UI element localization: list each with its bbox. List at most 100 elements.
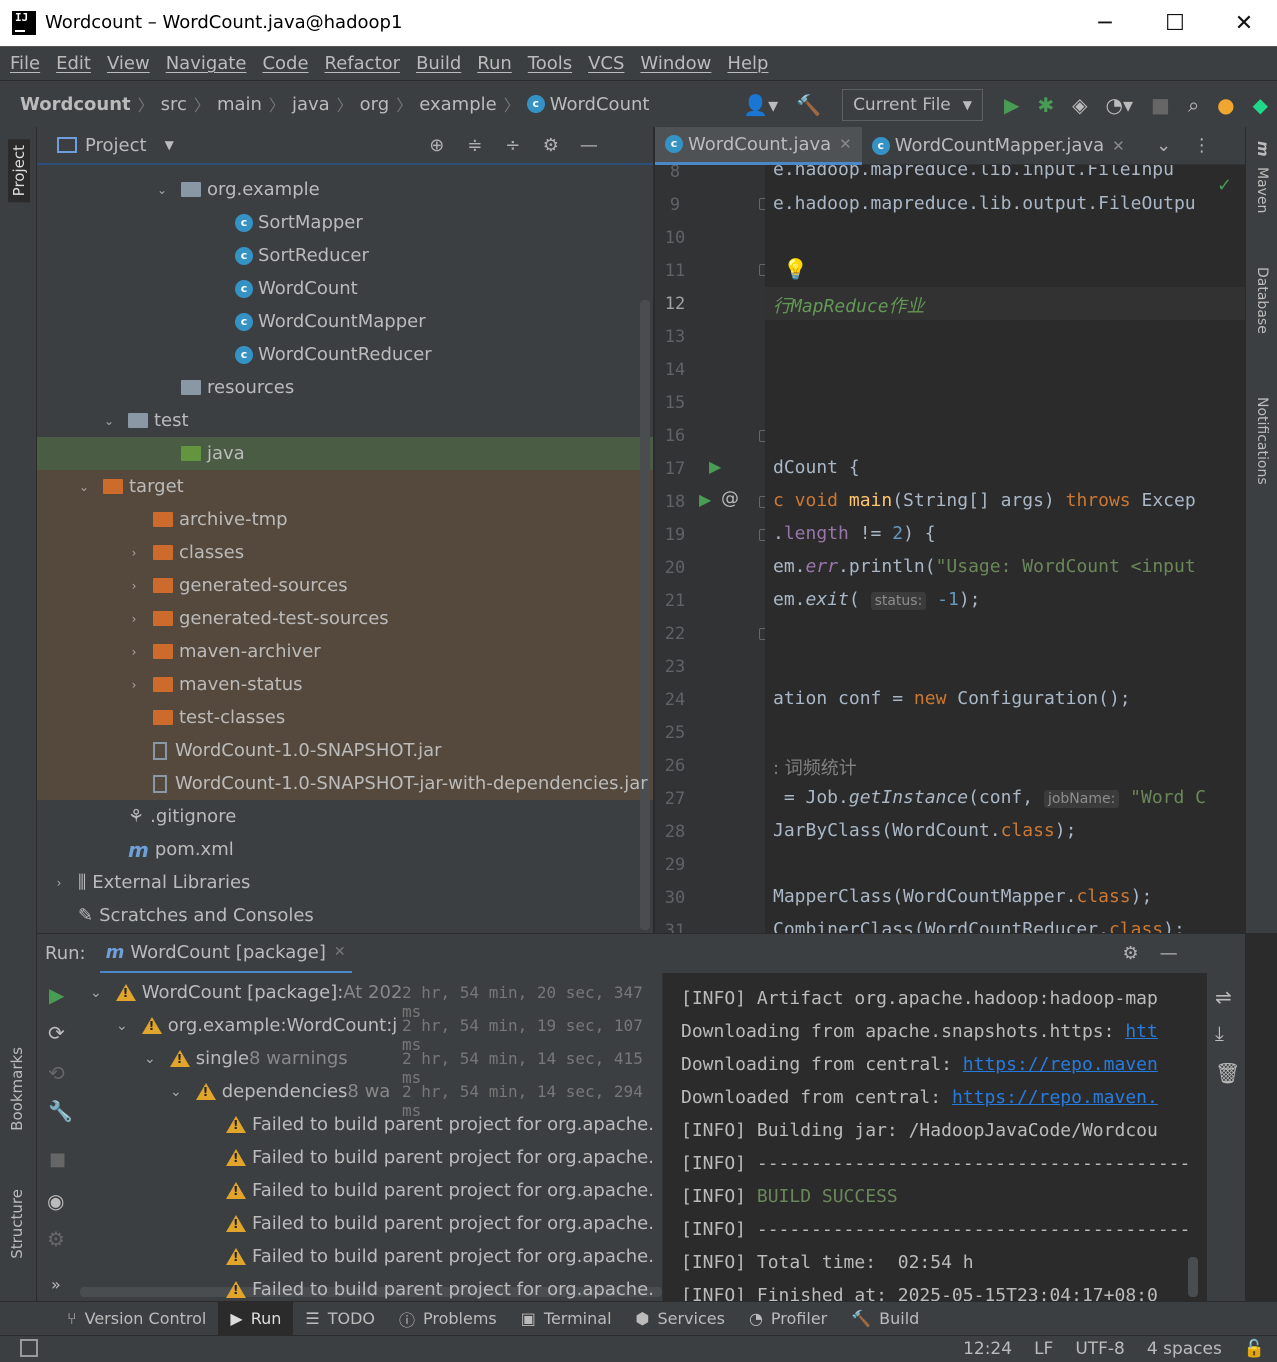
run-tree-item[interactable]: ⌄ single 8 warnings xyxy=(144,1042,348,1075)
lightbulb-icon[interactable]: 💡 xyxy=(783,257,808,281)
gear-icon[interactable]: ⚙ xyxy=(540,135,562,156)
tab-version-control[interactable]: ⑂ Version Control xyxy=(55,1302,218,1336)
collapse-all-icon[interactable]: ÷ xyxy=(502,135,524,156)
menu-tools[interactable]: Tools xyxy=(528,53,572,74)
wrench-icon[interactable]: 🔧 xyxy=(48,1099,73,1123)
debug-icon[interactable]: ✱ xyxy=(1037,93,1054,117)
project-tree-item[interactable]: c WordCountReducer xyxy=(37,338,653,371)
build-hammer-icon[interactable]: 🔨 xyxy=(796,93,821,117)
run-tree-item[interactable]: ⌄ dependencies 8 wa xyxy=(170,1075,390,1108)
menu-code[interactable]: Code xyxy=(262,53,308,74)
structure-tool-tab[interactable]: Structure xyxy=(8,1189,26,1259)
more-icon[interactable]: ⋮ xyxy=(1191,135,1213,156)
project-tree-item[interactable]: test-classes xyxy=(37,701,653,734)
project-tree-item[interactable]: c SortReducer xyxy=(37,239,653,272)
menu-view[interactable]: View xyxy=(107,53,150,74)
user-icon[interactable]: 👤▾ xyxy=(743,93,778,117)
menu-window[interactable]: Window xyxy=(640,53,711,74)
stop-icon[interactable]: ■ xyxy=(1151,93,1170,117)
chevron-down-icon[interactable]: ⌄ xyxy=(155,183,169,197)
chevron-down-icon[interactable]: ⌄ xyxy=(77,480,91,494)
run-tab[interactable]: m WordCount [package] ✕ xyxy=(99,934,352,974)
run-tree-item[interactable]: ⌄ WordCount [package]: At 202 xyxy=(90,976,402,1009)
project-tree-item[interactable]: java xyxy=(37,437,653,470)
chevron-down-icon[interactable]: ⌄ xyxy=(144,1051,156,1067)
bookmarks-tool-tab[interactable]: Bookmarks xyxy=(8,1047,26,1131)
chevron-right-icon[interactable]: › xyxy=(127,546,141,560)
close-tab-icon[interactable]: ✕ xyxy=(334,944,346,960)
project-view-select[interactable]: Project xyxy=(85,135,147,156)
run-configuration-select[interactable]: Current File ▼ xyxy=(842,88,983,121)
update-icon[interactable]: ● xyxy=(1217,93,1234,117)
run-tree-item[interactable]: Failed to build parent project for org.a… xyxy=(226,1174,654,1207)
project-tree-item[interactable]: ⌄ test xyxy=(37,404,653,437)
file-encoding[interactable]: UTF-8 xyxy=(1075,1339,1125,1359)
project-tree-item[interactable]: resources xyxy=(37,371,653,404)
breadcrumb-item[interactable]: src xyxy=(161,94,187,115)
coverage-icon[interactable]: ◈ xyxy=(1072,93,1087,117)
tab-services[interactable]: ⬢ Services xyxy=(624,1302,737,1336)
rerun-icon[interactable]: ▶ xyxy=(49,983,64,1007)
clear-icon[interactable]: 🗑 xyxy=(1215,1061,1240,1085)
chevron-down-icon[interactable]: ⌄ xyxy=(102,414,116,428)
rerun-failed-icon[interactable]: ⟲ xyxy=(48,1061,65,1085)
breadcrumb-item[interactable]: main xyxy=(217,94,262,115)
eye-icon[interactable]: ◉ xyxy=(47,1189,64,1213)
tab-wordcount-java[interactable]: c WordCount.java ✕ xyxy=(655,126,862,165)
project-tree-item[interactable]: › classes xyxy=(37,536,653,569)
run-icon[interactable]: ▶ xyxy=(1004,93,1019,117)
tab-run[interactable]: ▶ Run xyxy=(218,1301,294,1336)
layout-icon[interactable] xyxy=(20,1339,38,1357)
chevron-down-icon[interactable]: ▼ xyxy=(165,138,174,152)
cursor-position[interactable]: 12:24 xyxy=(963,1339,1012,1359)
lock-icon[interactable]: 🔓 xyxy=(1244,1339,1265,1359)
chevron-right-icon[interactable]: › xyxy=(127,678,141,692)
chevron-right-icon[interactable]: › xyxy=(127,579,141,593)
menu-run[interactable]: Run xyxy=(477,53,512,74)
expand-all-icon[interactable]: ≑ xyxy=(464,135,486,156)
chevron-down-icon[interactable]: ⌄ xyxy=(116,1018,128,1034)
project-tree-item[interactable]: c SortMapper xyxy=(37,206,653,239)
breadcrumb-item[interactable]: WordCount xyxy=(550,94,650,115)
gear-icon[interactable]: ⚙ xyxy=(1120,943,1142,964)
breadcrumb-item[interactable]: org xyxy=(360,94,390,115)
project-tree-item[interactable]: WordCount-1.0-SNAPSHOT.jar xyxy=(37,734,653,767)
chevron-right-icon[interactable]: › xyxy=(127,645,141,659)
run-tree-item[interactable]: Failed to build parent project for org.a… xyxy=(226,1141,654,1174)
line-separator[interactable]: LF xyxy=(1034,1339,1053,1359)
maven-tool-tab[interactable]: Maven xyxy=(1254,167,1270,213)
toggle-icon[interactable]: ⟳ xyxy=(48,1021,65,1045)
run-tree-item[interactable]: ⌄ org.example:WordCount:j xyxy=(116,1009,397,1042)
chevron-down-icon[interactable]: ⌄ xyxy=(1153,135,1175,156)
project-tree-item[interactable]: archive-tmp xyxy=(37,503,653,536)
hide-icon[interactable]: — xyxy=(578,135,600,156)
close-tab-icon[interactable]: ✕ xyxy=(839,135,852,153)
menu-navigate[interactable]: Navigate xyxy=(166,53,247,74)
close-icon[interactable]: ✕ xyxy=(1209,0,1277,46)
tab-wordcountmapper-java[interactable]: c WordCountMapper.java ✕ xyxy=(862,127,1135,165)
profile-icon[interactable]: ◔▾ xyxy=(1106,93,1134,117)
menu-edit[interactable]: Edit xyxy=(56,53,91,74)
breadcrumb-item[interactable]: example xyxy=(419,94,496,115)
project-tree-item[interactable]: › maven-status xyxy=(37,668,653,701)
more-icon[interactable]: » xyxy=(51,1275,61,1294)
menu-file[interactable]: File xyxy=(10,53,40,74)
project-tree-item[interactable]: › ⫼ External Libraries xyxy=(37,866,653,899)
notifications-tool-tab[interactable]: Notifications xyxy=(1254,397,1270,485)
run-tree-item[interactable]: Failed to build parent project for org.a… xyxy=(226,1240,654,1273)
project-tree-item[interactable]: › generated-test-sources xyxy=(37,602,653,635)
minimize-icon[interactable]: ─ xyxy=(1070,0,1140,46)
plugin-icon[interactable]: ◆ xyxy=(1253,93,1268,117)
project-tree-item[interactable]: WordCount-1.0-SNAPSHOT-jar-with-dependen… xyxy=(37,767,653,800)
run-tree-item[interactable]: Failed to build parent project for org.a… xyxy=(226,1207,654,1240)
console-link[interactable]: htt xyxy=(1125,1021,1158,1042)
stop-icon[interactable]: ■ xyxy=(49,1149,66,1170)
project-tree-item[interactable]: › maven-archiver xyxy=(37,635,653,668)
project-tree-item[interactable]: c WordCountMapper xyxy=(37,305,653,338)
tab-problems[interactable]: ⓘ Problems xyxy=(387,1302,509,1336)
console-scrollbar[interactable] xyxy=(1188,1257,1198,1297)
menu-build[interactable]: Build xyxy=(416,53,461,74)
project-tree-item[interactable]: m pom.xml xyxy=(37,833,653,866)
console-output[interactable]: [INFO] Artifact org.apache.hadoop:hadoop… xyxy=(662,973,1207,1301)
search-icon[interactable]: ⌕ xyxy=(1188,93,1199,117)
